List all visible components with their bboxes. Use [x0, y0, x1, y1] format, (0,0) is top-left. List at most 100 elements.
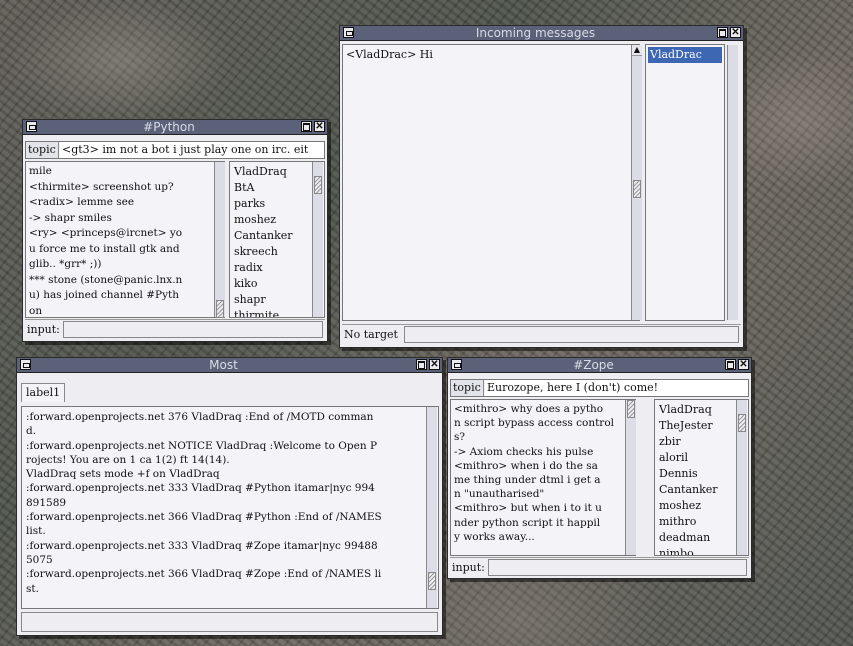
maximize-icon[interactable]: [725, 359, 736, 370]
chat-line: <mithro> but when i to it u: [454, 502, 602, 515]
log-line: st.: [26, 582, 39, 595]
maximize-icon[interactable]: [301, 121, 312, 132]
nick-item[interactable]: shapr: [232, 292, 322, 308]
chat-line: s?: [454, 431, 466, 444]
nick-item[interactable]: VladDraq: [657, 402, 746, 418]
zope-channel-window: #Zope ✕ topic Eurozope, here I (don't) c…: [447, 357, 752, 579]
target-scrollbar[interactable]: [727, 45, 738, 320]
window-menu-icon[interactable]: [20, 359, 31, 370]
log-scrollbar[interactable]: [426, 407, 437, 608]
chat-line: <mithro> why does a pytho: [454, 403, 604, 415]
server-log: :forward.openprojects.net 376 VladDraq :…: [21, 406, 439, 609]
nick-item[interactable]: parks: [232, 196, 322, 212]
nick-item[interactable]: Cantanker: [232, 228, 322, 244]
log-line: 891589: [26, 496, 67, 509]
log-line: rojects! You are on 1 ca 1(2) ft 14(14).: [26, 453, 230, 466]
nick-item[interactable]: deadman: [657, 530, 746, 546]
message-log: <VladDrac> Hi: [342, 44, 640, 321]
zope-titlebar[interactable]: #Zope ✕: [448, 358, 751, 373]
chat-line: <thirmite> screenshot up?: [29, 180, 174, 193]
log-line: :forward.openprojects.net 333 VladDraq #…: [26, 482, 375, 495]
nick-item[interactable]: moshez: [657, 498, 746, 514]
log-line: list.: [26, 525, 46, 538]
nick-item[interactable]: radix: [232, 260, 322, 276]
chat-line: y works away...: [454, 530, 535, 543]
window-title: Incoming messages: [475, 26, 596, 40]
close-icon[interactable]: ✕: [738, 359, 749, 370]
nick-item[interactable]: BtA: [232, 180, 322, 196]
topic-bar: topic Eurozope, here I (don't) come!: [450, 379, 749, 397]
log-line: :forward.openprojects.net 333 VladDraq #…: [26, 539, 378, 552]
topic-field[interactable]: <gt3> im not a bot i just play one on ir…: [60, 142, 324, 158]
input-bar: input:: [450, 557, 749, 577]
tab-strip: label1: [19, 373, 440, 406]
chat-scrollbar[interactable]: [214, 162, 225, 318]
topic-field[interactable]: Eurozope, here I (don't) come!: [485, 380, 748, 396]
window-title: Most: [209, 358, 238, 372]
incoming-titlebar[interactable]: Incoming messages ✕: [340, 26, 743, 41]
chat-line: glib.. *grr* ;)): [29, 258, 102, 270]
message-scrollbar[interactable]: ▲: [631, 45, 642, 320]
window-menu-icon[interactable]: [26, 121, 37, 132]
chat-line: -> Axiom checks his pulse: [454, 445, 594, 458]
nick-item[interactable]: TheJester: [657, 418, 746, 434]
nick-item[interactable]: moshez: [232, 212, 322, 228]
nick-item[interactable]: zbir: [657, 434, 746, 450]
chat-line: n script bypass access control: [454, 417, 615, 430]
nick-item[interactable]: Dennis: [657, 466, 746, 482]
input-bar: input:: [25, 319, 325, 339]
input-label: input:: [452, 561, 485, 574]
log-line: :forward.openprojects.net 366 VladDraq #…: [26, 511, 382, 524]
target-label: No target: [344, 328, 398, 341]
chat-line: u) has joined channel #Pyth: [29, 289, 180, 301]
incoming-messages-window: Incoming messages ✕ <VladDrac> Hi ▲ Vlad…: [339, 25, 744, 348]
python-channel-window: #Python ✕ topic <gt3> im not a bot i jus…: [22, 119, 328, 342]
nick-item[interactable]: VladDraq: [232, 164, 322, 180]
chat-input[interactable]: [488, 559, 747, 576]
nick-item[interactable]: Cantanker: [657, 482, 746, 498]
chat-line: n "unautharised": [454, 488, 545, 501]
topic-label: topic: [451, 380, 484, 396]
incoming-statusbar: No target: [342, 324, 741, 344]
nick-list: VladDraq TheJester zbir aloril Dennis Ca…: [654, 399, 749, 556]
topic-bar: topic <gt3> im not a bot i just play one…: [25, 141, 325, 159]
nick-scrollbar[interactable]: [312, 162, 323, 317]
maximize-icon[interactable]: [416, 359, 427, 370]
python-titlebar[interactable]: #Python ✕: [23, 120, 327, 135]
message-input[interactable]: [404, 326, 739, 343]
window-title: #Python: [143, 120, 195, 134]
nick-list: VladDraq BtA parks moshez Cantanker skre…: [229, 161, 325, 318]
window-menu-icon[interactable]: [451, 359, 462, 370]
log-line: 5075: [26, 553, 53, 566]
nick-item[interactable]: skreech: [232, 244, 322, 260]
close-icon[interactable]: ✕: [730, 27, 741, 38]
log-line: :forward.openprojects.net NOTICE VladDra…: [26, 439, 378, 452]
chat-line: <ry> <princeps@ircnet> yo: [29, 227, 183, 239]
chat-line: *** stone (stone@panic.lnx.n: [29, 273, 183, 286]
maximize-icon[interactable]: [717, 27, 728, 38]
nick-item[interactable]: thirmite: [232, 308, 322, 317]
tab-label1[interactable]: label1: [21, 383, 66, 402]
nick-item[interactable]: mithro: [657, 514, 746, 530]
window-menu-icon[interactable]: [343, 27, 354, 38]
nick-item[interactable]: kiko: [232, 276, 322, 292]
command-input[interactable]: [21, 612, 438, 632]
nick-scrollbar[interactable]: [736, 400, 747, 555]
close-icon[interactable]: ✕: [429, 359, 440, 370]
target-item[interactable]: VladDrac: [648, 47, 722, 63]
log-line: VladDraq sets mode +f on VladDraq: [26, 468, 220, 481]
topic-label: topic: [26, 142, 59, 158]
target-list: VladDrac: [645, 44, 725, 321]
nick-item[interactable]: aloril: [657, 450, 746, 466]
chat-line: on: [29, 304, 43, 317]
close-icon[interactable]: ✕: [314, 121, 325, 132]
chat-line: mile: [29, 165, 52, 177]
log-line: :forward.openprojects.net 366 VladDraq #…: [26, 568, 382, 581]
most-titlebar[interactable]: Most ✕: [17, 358, 442, 373]
nick-item[interactable]: nimbo: [657, 546, 746, 555]
chat-scrollbar[interactable]: [625, 400, 636, 555]
log-line: :forward.openprojects.net 376 VladDraq :…: [26, 411, 374, 423]
chat-input[interactable]: [63, 321, 323, 338]
message-line: <VladDrac> Hi: [346, 48, 433, 61]
chat-line: <radix> lemme see: [29, 196, 135, 208]
